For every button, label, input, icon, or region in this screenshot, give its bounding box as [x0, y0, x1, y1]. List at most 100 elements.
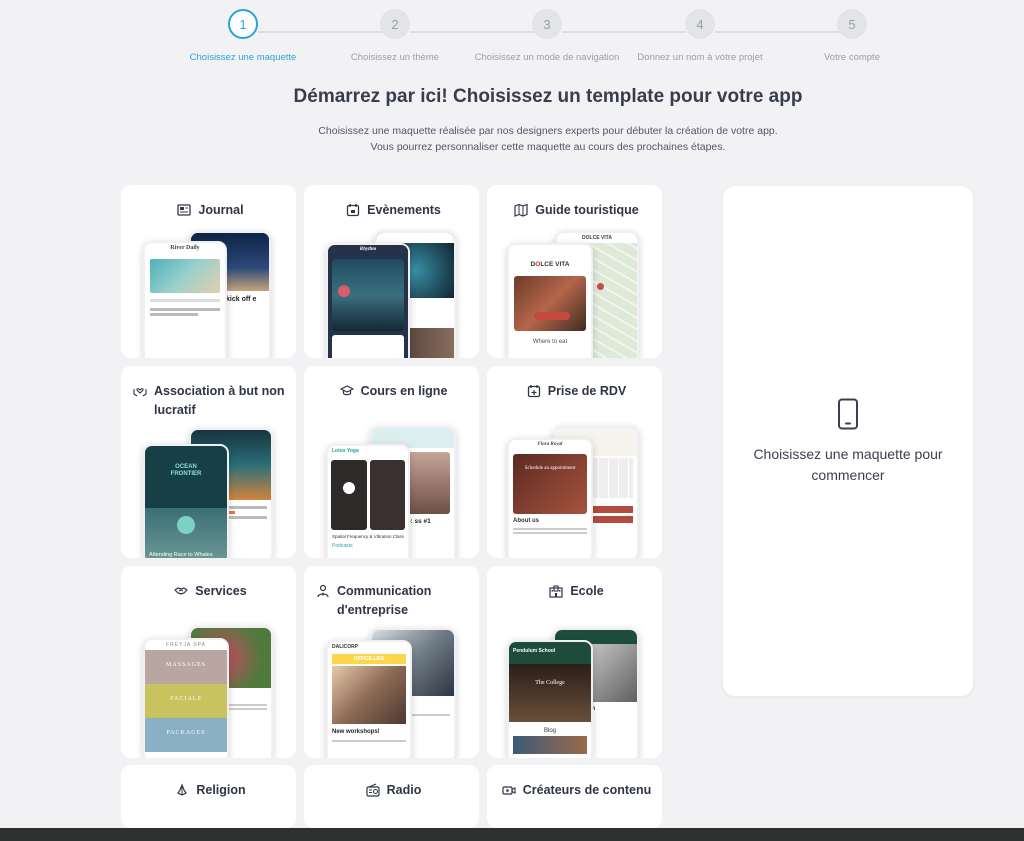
step-2[interactable]: 2 Choisissez un thème [310, 8, 480, 63]
mockup-hero: The College [509, 664, 591, 722]
card-label: Ecole [570, 584, 604, 598]
mockup-app-name: River Daily [145, 243, 225, 253]
card-title: Radio [316, 781, 471, 800]
mockup-app-name: Rhythm [328, 245, 408, 255]
template-card-radio[interactable]: Radio [304, 765, 479, 828]
card-title: Ecole [499, 582, 654, 601]
step-number: 5 [837, 9, 867, 39]
step-label: Choisissez une maquette [189, 52, 297, 63]
step-label: Choisissez un mode de navigation [474, 52, 620, 63]
mockup-phone-front: FREYJA SPA MASSAGES FACIALS PACKAGES [143, 638, 229, 758]
template-card-createurs[interactable]: Créateurs de contenu [487, 765, 662, 828]
card-label: Evènements [367, 203, 441, 217]
mockup-footer: Podcasts [332, 543, 353, 549]
step-4[interactable]: 4 Donnez un nom à votre projet [615, 8, 785, 63]
mockup-app-name: OCEAN FRONTIER [170, 464, 202, 477]
template-card-cours-en-ligne[interactable]: Cours en ligne ion for Two: ss #1 Lotus … [304, 366, 479, 558]
mockup-app-name: Pendulum School [509, 642, 591, 664]
mockup-app-name: DALICORP [328, 642, 410, 652]
card-label: Prise de RDV [547, 384, 627, 398]
mockup-caption: Attending Race to Whales [149, 552, 213, 558]
mockup-caption: Spatial Frequency & Vibration Class [332, 534, 404, 539]
template-card-guide-touristique[interactable]: Guide touristique DOLCE VITA DOLCE VITA … [487, 185, 662, 358]
template-card-religion[interactable]: Religion [121, 765, 296, 828]
mockup-phone-front: Flora Royal Schedule an appointment Abou… [507, 438, 593, 558]
smartphone-icon [838, 398, 858, 430]
step-number: 2 [380, 9, 410, 39]
card-label: Radio [386, 783, 422, 797]
card-label: Services [195, 584, 247, 598]
page-subtitle: Choisissez une maquette réalisée par nos… [0, 123, 1024, 155]
map-icon [514, 203, 528, 217]
handshake-icon [174, 587, 189, 595]
mockup-phone-front: DALICORP OFFICE LIFE New workshops! [326, 640, 412, 758]
card-title: Religion [133, 781, 288, 800]
step-label: Votre compte [824, 52, 880, 63]
card-title: Services [133, 582, 288, 601]
card-title: Evènements [316, 201, 471, 220]
calendar-plus-icon [527, 385, 540, 398]
template-card-communication[interactable]: Communication d'entreprise to know us DA… [304, 566, 479, 758]
progress-stepper: 1 Choisissez une maquette 2 Choisissez u… [0, 8, 1024, 68]
mockup-section: Where to eat [532, 339, 568, 345]
mockup-app-name: Lotus Yoga [328, 446, 408, 456]
card-title: Créateurs de contenu [499, 781, 654, 800]
card-title: Guide touristique [499, 201, 654, 220]
taskbar [0, 828, 1024, 841]
hands-heart-icon [133, 388, 147, 397]
mockup-phone-front: Rhythm [326, 243, 410, 358]
mockup-about: About us [513, 518, 539, 524]
person-tie-icon [317, 584, 329, 598]
preview-line: Choisissez une maquette pour [753, 446, 943, 462]
praying-hands-icon [177, 783, 188, 796]
graduation-cap-icon [339, 385, 354, 396]
step-number: 3 [532, 9, 562, 39]
step-label: Donnez un nom à votre projet [637, 52, 763, 63]
calendar-icon [347, 204, 360, 217]
video-camera-icon [502, 786, 516, 795]
mockup-hero: Schedule an appointment [513, 454, 587, 514]
card-title: Journal [133, 201, 288, 220]
mockup-app-name: Flora Royal [509, 440, 591, 450]
page-title: Démarrez par ici! Choisissez un template… [293, 86, 803, 107]
card-label: Journal [198, 203, 244, 217]
mockup-phone-front: River Daily [143, 241, 227, 358]
preview-panel: Choisissez une maquette pour commencer [723, 186, 973, 696]
subtitle-line: Choisissez une maquette réalisée par nos… [318, 125, 778, 137]
preview-line: commencer [811, 467, 885, 483]
template-card-ecole[interactable]: Ecole presentation Pendulum School The C… [487, 566, 662, 758]
card-title: Communication d'entreprise [316, 582, 471, 620]
subtitle-line: Vous pourrez personnaliser cette maquett… [370, 141, 726, 153]
template-card-evenements[interactable]: Evènements Rhythm [304, 185, 479, 358]
school-icon [549, 585, 563, 598]
mockup-app-name: FREYJA SPA [145, 640, 227, 650]
template-card-services[interactable]: Services INFUSION FREYJA SPA MASSAGES FA… [121, 566, 296, 758]
card-title: Association à but non lucratif [133, 382, 288, 420]
step-number: 4 [685, 9, 715, 39]
card-title: Cours en ligne [316, 382, 471, 401]
card-label: Communication d'entreprise [337, 584, 432, 617]
card-label: Guide touristique [535, 203, 639, 217]
template-card-association[interactable]: Association à but non lucratif OCEAN FRO… [121, 366, 296, 558]
mockup-banner: OFFICE LIFE [332, 654, 406, 664]
mockup-row: PACKAGES [145, 718, 227, 752]
mockup-phone-front: DOLCE VITA Where to eat [507, 243, 593, 358]
step-label: Choisissez un thème [350, 52, 440, 63]
mockup-row: MASSAGES [145, 650, 227, 684]
newspaper-icon [177, 204, 192, 216]
mockup-blog: Blog [543, 728, 556, 734]
template-card-prise-de-rdv[interactable]: Prise de RDV Flora Royal Schedule an app… [487, 366, 662, 558]
mockup-phone-front: OCEAN FRONTIER Attending Race to Whales [143, 444, 229, 558]
step-1[interactable]: 1 Choisissez une maquette [158, 8, 328, 63]
mockup-phone-front: Lotus Yoga Spatial Frequency & Vibration… [326, 444, 410, 558]
step-5[interactable]: 5 Votre compte [767, 8, 937, 63]
card-title: Prise de RDV [499, 382, 654, 401]
mockup-phone-front: Pendulum School The College Blog [507, 640, 593, 758]
mockup-row: FACIALS [145, 684, 227, 718]
step-3[interactable]: 3 Choisissez un mode de navigation [462, 8, 632, 63]
card-label: Religion [196, 783, 246, 797]
step-number: 1 [228, 9, 258, 39]
radio-icon [366, 783, 380, 797]
mockup-app-name: DOLCE VITA [557, 233, 637, 243]
template-card-journal[interactable]: Journal y Year rs kick off e by tower Ri… [121, 185, 296, 358]
